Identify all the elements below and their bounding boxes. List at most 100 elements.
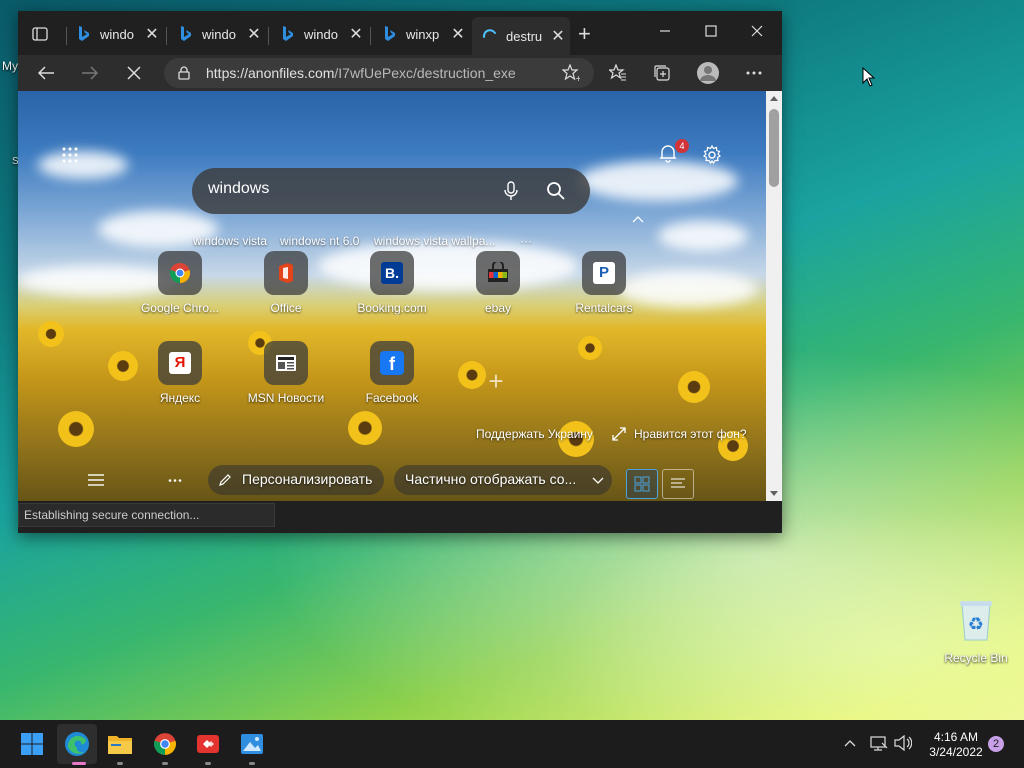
booking-icon: B.: [370, 251, 414, 295]
quick-link-tile[interactable]: MSN Новости: [231, 341, 341, 405]
close-tab-icon[interactable]: ✕: [450, 24, 466, 44]
rentalcars-icon: P: [582, 251, 626, 295]
list-layout-button[interactable]: [662, 469, 694, 499]
tab-actions-button[interactable]: [26, 23, 54, 47]
photos-icon: [241, 734, 263, 754]
lock-icon: [178, 66, 190, 80]
tab-1[interactable]: windo ✕: [66, 19, 166, 49]
taskbar-file-explorer[interactable]: [104, 728, 136, 760]
msn-news-icon: [264, 341, 308, 385]
expand-icon[interactable]: [612, 427, 626, 441]
notifications-button[interactable]: 4: [658, 139, 689, 167]
more-suggestions-button[interactable]: ···: [520, 234, 532, 248]
personalize-label: Персонализировать: [242, 471, 373, 487]
search-icon[interactable]: [546, 181, 566, 201]
page-settings-icon[interactable]: [702, 145, 722, 165]
collapse-chevron-up-icon[interactable]: [632, 215, 644, 223]
quick-link-label: Rentalcars: [575, 301, 633, 315]
quick-link-label: MSN Новости: [247, 391, 325, 405]
address-bar[interactable]: https://anonfiles.com/I7wfUePexc/destruc…: [164, 58, 594, 88]
microphone-icon[interactable]: [504, 181, 518, 201]
quick-link-tile[interactable]: ebay: [443, 251, 553, 315]
list-layout-icon: [671, 478, 685, 488]
forward-button[interactable]: [76, 61, 104, 85]
quick-link-tile[interactable]: Я Яндекс: [125, 341, 235, 405]
taskbar-edge[interactable]: [61, 728, 93, 760]
close-tab-icon[interactable]: ✕: [348, 24, 364, 44]
close-tab-icon[interactable]: ✕: [550, 26, 566, 46]
minimize-button[interactable]: [642, 17, 688, 45]
favorites-button[interactable]: [604, 61, 632, 85]
network-icon[interactable]: [870, 735, 888, 751]
tab-3[interactable]: windo ✕: [270, 19, 370, 49]
quick-link-tile[interactable]: Google Chro...: [125, 251, 235, 315]
chevron-down-icon: [592, 477, 604, 484]
desktop-icon-label-fragment[interactable]: My: [2, 59, 18, 73]
tab-title: winxp: [406, 26, 440, 42]
apps-launcher-icon[interactable]: [62, 147, 78, 163]
mouse-cursor-icon: [862, 67, 876, 87]
close-tab-icon[interactable]: ✕: [144, 24, 160, 44]
start-button[interactable]: [16, 728, 48, 760]
search-suggestion[interactable]: windows vista wallpa...: [374, 234, 495, 248]
tab-2[interactable]: windo ✕: [168, 19, 268, 49]
support-ukraine-link[interactable]: Поддержать Украину: [476, 427, 593, 441]
chrome-icon: [158, 251, 202, 295]
scroll-up-arrow-icon[interactable]: [770, 95, 778, 101]
close-tab-icon[interactable]: ✕: [246, 24, 262, 44]
grid-layout-button[interactable]: [626, 469, 658, 499]
add-favorite-icon[interactable]: +: [562, 64, 580, 82]
notification-center-badge[interactable]: 2: [988, 736, 1004, 752]
back-arrow-icon: [37, 66, 54, 80]
scroll-down-arrow-icon[interactable]: [770, 491, 778, 497]
menu-hamburger-icon[interactable]: [88, 474, 104, 486]
notification-count-badge: 4: [675, 139, 689, 153]
minimize-icon: [660, 30, 670, 32]
edge-icon: [65, 732, 89, 756]
forward-arrow-icon: [82, 66, 99, 80]
url-host: https://anonfiles.com: [206, 65, 335, 81]
chrome-icon: [154, 733, 176, 755]
vertical-scrollbar[interactable]: [766, 91, 782, 501]
tab-4[interactable]: winxp ✕: [372, 19, 472, 49]
web-search-box[interactable]: windows: [192, 168, 590, 214]
quick-link-tile[interactable]: B. Booking.com: [337, 251, 447, 315]
content-visibility-dropdown[interactable]: Частично отображать со...: [394, 465, 612, 495]
show-hidden-icons-chevron-up-icon[interactable]: [844, 739, 856, 747]
close-window-button[interactable]: [734, 17, 780, 45]
recycle-bin-icon: ♻: [960, 601, 992, 641]
add-quick-link-button[interactable]: +: [476, 361, 516, 401]
back-button[interactable]: [32, 61, 60, 85]
quick-link-label: Office: [270, 301, 302, 315]
tab-5-active[interactable]: destru ✕: [472, 17, 570, 55]
quick-link-tile[interactable]: f Facebook: [337, 341, 447, 405]
taskbar-chrome[interactable]: [149, 728, 181, 760]
browser-toolbar: https://anonfiles.com/I7wfUePexc/destruc…: [18, 55, 782, 91]
loading-icon: [482, 29, 496, 38]
taskbar-anydesk[interactable]: [192, 728, 224, 760]
scrollbar-thumb[interactable]: [769, 109, 779, 187]
quick-link-label: Booking.com: [357, 301, 427, 315]
collections-button[interactable]: [648, 61, 676, 85]
bing-icon: [181, 26, 191, 41]
search-suggestion[interactable]: windows vista: [193, 234, 267, 248]
quick-link-tile[interactable]: P Rentalcars: [549, 251, 659, 315]
tab-actions-icon: [32, 27, 48, 41]
volume-icon[interactable]: [894, 735, 912, 751]
recycle-bin[interactable]: ♻ Recycle Bin: [944, 598, 1008, 665]
maximize-button[interactable]: [688, 17, 734, 45]
profile-button[interactable]: [694, 61, 722, 85]
new-tab-page: 4 windows windows vista windows nt 6.0 w…: [18, 91, 766, 501]
quick-link-tile[interactable]: Office: [231, 251, 341, 315]
quick-link-label: Яндекс: [159, 391, 201, 405]
system-clock[interactable]: 4:16 AM 3/24/2022: [918, 730, 994, 760]
search-suggestion[interactable]: windows nt 6.0: [280, 234, 359, 248]
personalize-button[interactable]: Персонализировать: [208, 465, 384, 495]
settings-more-button[interactable]: [740, 61, 768, 85]
like-background-link[interactable]: Нравится этот фон?: [634, 427, 747, 441]
maximize-icon: [705, 25, 717, 37]
taskbar-photos[interactable]: [236, 728, 268, 760]
stop-loading-button[interactable]: [120, 61, 148, 85]
more-icon[interactable]: [168, 479, 182, 482]
new-tab-icon[interactable]: +: [578, 21, 591, 47]
